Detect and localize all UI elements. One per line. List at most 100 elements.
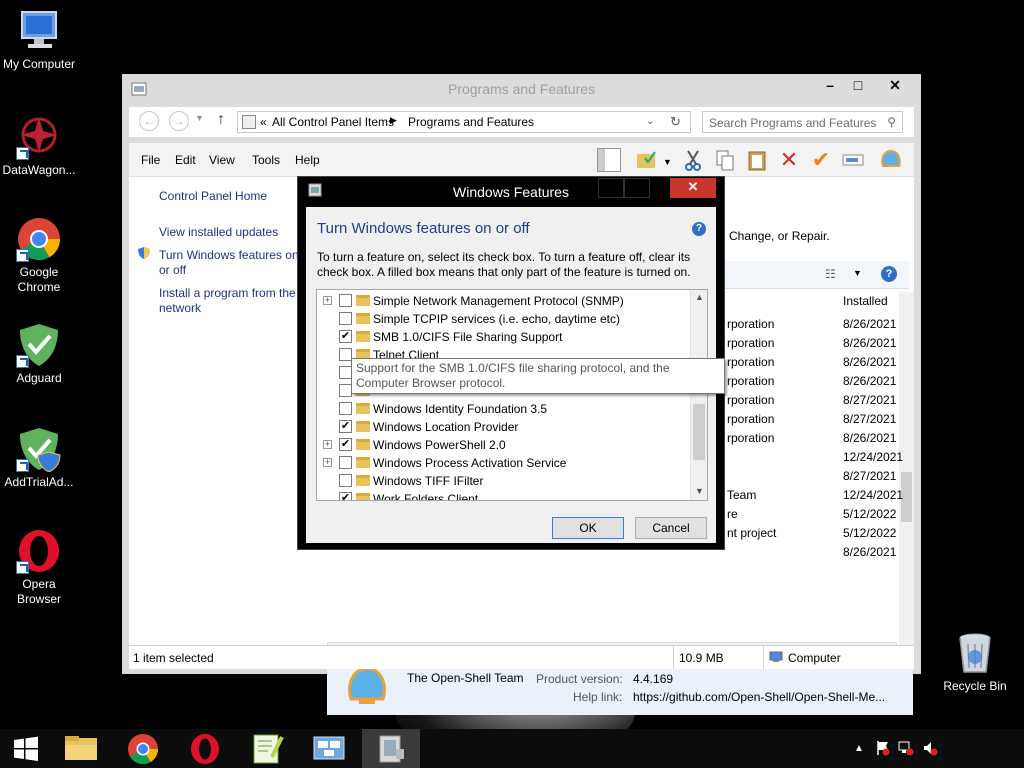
dialog-minimize-button[interactable] (598, 178, 624, 198)
taskbar-chrome[interactable] (114, 729, 172, 768)
paste-icon[interactable] (745, 148, 769, 172)
table-row[interactable]: rporation 8/26/2021 (727, 429, 907, 448)
menu-tools[interactable]: Tools (252, 153, 280, 167)
table-row[interactable]: rporation 8/26/2021 (727, 353, 907, 372)
table-row[interactable]: 8/27/2021 (727, 467, 907, 486)
feature-checkbox[interactable] (339, 474, 352, 487)
menu-help[interactable]: Help (295, 153, 320, 167)
search-input[interactable]: Search Programs and Features ⚲ (702, 111, 903, 133)
table-row[interactable]: 12/24/2021 (727, 448, 907, 467)
breadcrumb-all-control-panel-items[interactable]: All Control Panel Items (272, 115, 394, 129)
cancel-button[interactable]: Cancel (635, 517, 707, 539)
nav-install-from-network[interactable]: Install a program from the network (159, 286, 299, 316)
feature-row[interactable]: ✔ Windows Location Provider (317, 418, 691, 436)
delete-icon[interactable]: ✕ (777, 148, 801, 172)
table-row[interactable]: rporation 8/27/2021 (727, 410, 907, 429)
feature-checkbox[interactable] (339, 294, 352, 307)
desktop-icon-opera[interactable]: Opera Browser (0, 528, 78, 607)
scroll-down-icon[interactable]: ▼ (695, 486, 704, 496)
desktop-icon-addtrialad[interactable]: AddTrialAd... (0, 426, 78, 490)
expand-icon[interactable]: + (323, 458, 332, 467)
feature-row[interactable]: Windows Identity Foundation 3.5 (317, 400, 691, 418)
network-status-icon[interactable] (898, 740, 914, 756)
nav-control-panel-home[interactable]: Control Panel Home (159, 189, 267, 204)
menu-view[interactable]: View (209, 153, 235, 167)
table-row[interactable]: rporation 8/26/2021 (727, 372, 907, 391)
table-row[interactable]: 8/26/2021 (727, 543, 907, 562)
feature-checkbox[interactable]: ✔ (339, 330, 352, 343)
forward-arrow-icon[interactable]: → (169, 111, 189, 131)
table-row[interactable]: Team 12/24/2021 (727, 486, 907, 505)
feature-checkbox[interactable] (339, 456, 352, 469)
minimize-button[interactable]: – (816, 75, 844, 97)
folder-check-icon[interactable] (635, 148, 659, 172)
expand-icon[interactable]: + (323, 440, 332, 449)
table-row[interactable]: rporation 8/27/2021 (727, 391, 907, 410)
taskbar-control-panel[interactable] (362, 729, 420, 768)
desktop-icon-my-computer[interactable]: My Computer (0, 8, 78, 72)
feature-checkbox[interactable]: ✔ (339, 438, 352, 451)
feature-row[interactable]: + Windows Process Activation Service (317, 454, 691, 472)
dialog-maximize-button[interactable] (624, 178, 650, 198)
details-help-link[interactable]: https://github.com/Open-Shell/Open-Shell… (633, 690, 885, 704)
desktop-icon-recycle-bin[interactable]: Recycle Bin (936, 630, 1014, 694)
nav-view-installed-updates[interactable]: View installed updates (159, 225, 278, 240)
volume-muted-icon[interactable] (922, 740, 938, 756)
feature-row[interactable]: ✔ Work Folders Client (317, 490, 691, 500)
menu-file[interactable]: File (141, 153, 160, 167)
view-dropdown-icon[interactable]: ▼ (853, 268, 862, 278)
feature-row[interactable]: Simple TCPIP services (i.e. echo, daytim… (317, 310, 691, 328)
dialog-close-button[interactable]: ✕ (670, 178, 716, 198)
view-options-icon[interactable]: ☷ (825, 267, 836, 281)
desktop-icon-google-chrome[interactable]: Google Chrome (0, 216, 78, 295)
close-button[interactable]: ✕ (872, 75, 918, 97)
rename-icon[interactable] (841, 148, 865, 172)
refresh-icon[interactable]: ↻ (670, 114, 681, 130)
start-button[interactable] (0, 729, 58, 768)
taskbar-notepad[interactable] (238, 729, 296, 768)
maximize-button[interactable]: □ (844, 75, 872, 97)
cut-icon[interactable] (681, 148, 705, 172)
scroll-up-icon[interactable]: ▲ (695, 292, 704, 302)
feature-row[interactable]: ✔ SMB 1.0/CIFS File Sharing Support (317, 328, 691, 346)
dialog-help-icon[interactable]: ? (692, 222, 706, 236)
action-center-flag-icon[interactable] (876, 740, 890, 756)
dropdown-arrow-icon[interactable]: ▼ (663, 157, 672, 167)
taskbar-file-explorer[interactable] (52, 729, 110, 768)
back-arrow-icon[interactable]: ← (139, 111, 159, 131)
table-row[interactable]: re 5/12/2022 (727, 505, 907, 524)
properties-check-icon[interactable]: ✔ (809, 148, 833, 172)
features-scrollbar[interactable]: ▲ ▼ (690, 290, 707, 500)
preview-pane-icon[interactable] (597, 148, 621, 172)
help-icon[interactable]: ? (881, 266, 897, 282)
column-installed-on[interactable]: Installed (843, 294, 888, 308)
recent-dropdown-icon[interactable]: ▼ (195, 113, 204, 123)
feature-checkbox[interactable]: ✔ (339, 420, 352, 433)
taskbar-network[interactable] (300, 729, 358, 768)
desktop-icon-datawagon[interactable]: DataWagon... (0, 114, 78, 178)
feature-checkbox[interactable] (339, 312, 352, 325)
features-scroll-thumb[interactable] (693, 404, 705, 460)
address-bar[interactable]: « All Control Panel Items ▶ Programs and… (237, 111, 691, 133)
table-row[interactable]: nt project 5/12/2022 (727, 524, 907, 543)
show-hidden-icons-icon[interactable]: ▲ (854, 743, 864, 754)
copy-icon[interactable] (713, 148, 737, 172)
menu-edit[interactable]: Edit (175, 153, 196, 167)
breadcrumb-programs-and-features[interactable]: Programs and Features (408, 115, 534, 129)
feature-checkbox[interactable] (339, 402, 352, 415)
feature-row[interactable]: + Simple Network Management Protocol (SNM… (317, 292, 691, 310)
feature-checkbox[interactable]: ✔ (339, 492, 352, 500)
expand-icon[interactable]: + (323, 296, 332, 305)
open-shell-icon[interactable] (879, 148, 903, 172)
table-row[interactable]: rporation 8/26/2021 (727, 315, 907, 334)
table-row[interactable]: rporation 8/26/2021 (727, 334, 907, 353)
breadcrumb-separator-icon[interactable]: ▶ (390, 115, 397, 126)
ok-button[interactable]: OK (552, 517, 624, 539)
desktop-icon-adguard[interactable]: Adguard (0, 322, 78, 386)
address-dropdown-icon[interactable]: ⌄ (646, 116, 654, 127)
up-arrow-icon[interactable]: ↑ (217, 111, 225, 129)
feature-row[interactable]: Windows TIFF IFilter (317, 472, 691, 490)
feature-row[interactable]: + ✔ Windows PowerShell 2.0 (317, 436, 691, 454)
taskbar-opera[interactable] (176, 729, 234, 768)
nav-turn-windows-features[interactable]: Turn Windows features on or off (159, 248, 299, 278)
